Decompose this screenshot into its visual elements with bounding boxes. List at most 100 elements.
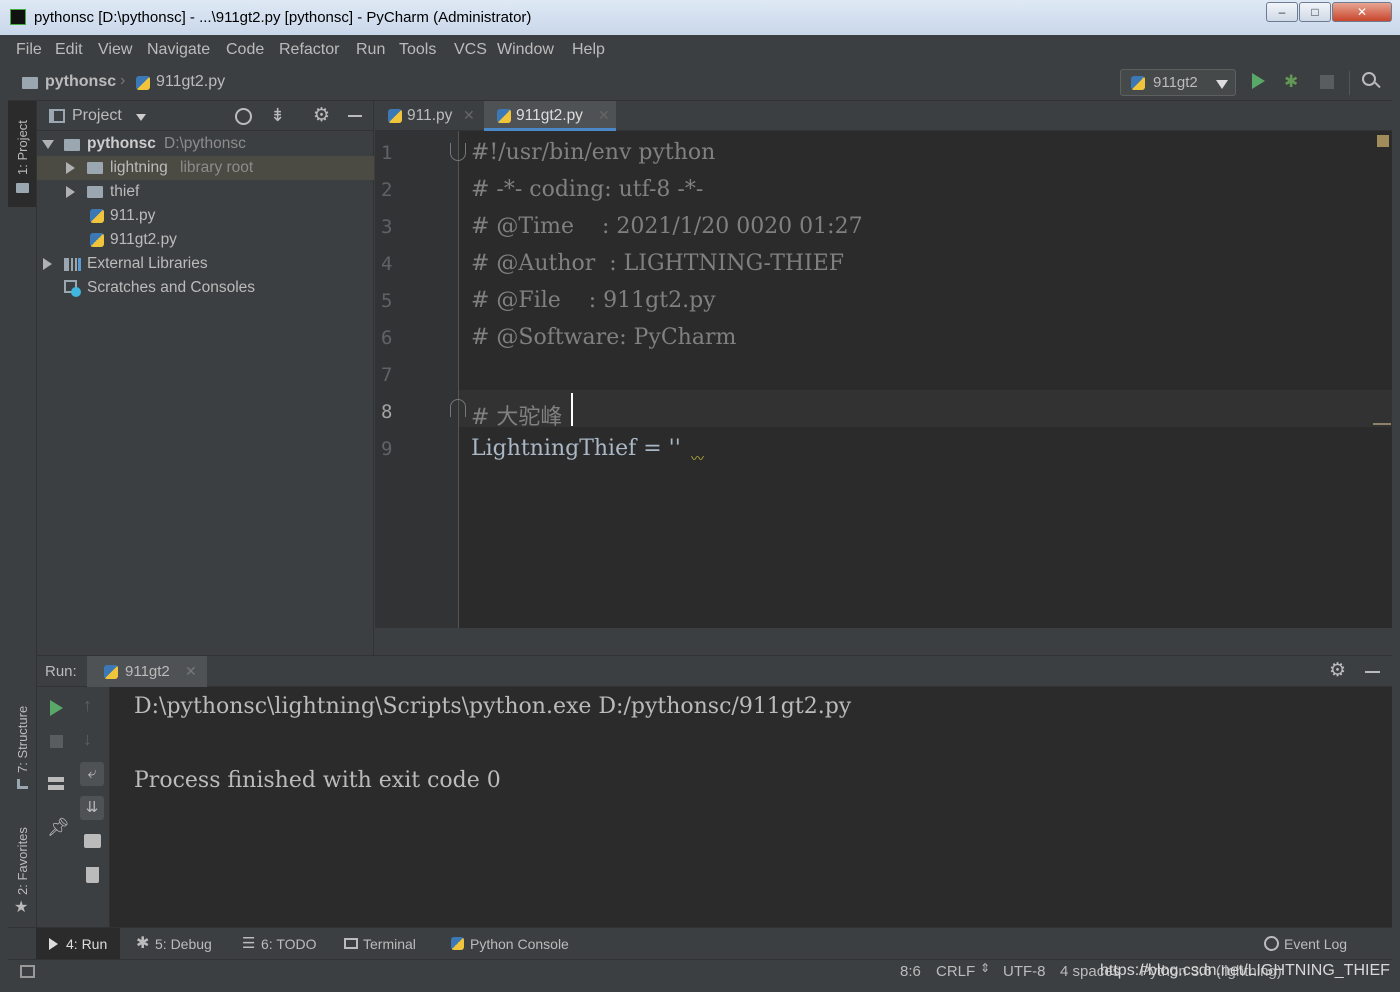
menu-navigate[interactable]: Navigate xyxy=(147,41,210,59)
line-number-current: 8 xyxy=(381,401,393,423)
line-number: 5 xyxy=(381,290,393,312)
tree-item-lightning[interactable]: lightning library root xyxy=(37,156,374,180)
favorites-side-tab[interactable]: 2: Favorites ★ xyxy=(8,819,36,919)
chevron-right-icon[interactable] xyxy=(43,258,52,270)
chevron-right-icon[interactable] xyxy=(66,186,75,198)
project-view-icon xyxy=(49,109,65,123)
menu-help[interactable]: Help xyxy=(572,41,605,59)
run-tool-tab[interactable]: 4: Run xyxy=(36,928,120,959)
breadcrumb-project[interactable]: pythonsc xyxy=(45,73,116,91)
chevron-right-icon[interactable] xyxy=(66,162,75,174)
maximize-button[interactable]: □ xyxy=(1299,2,1331,22)
pin-icon[interactable]: 📌︎ xyxy=(47,817,70,838)
run-tab-911gt2[interactable]: 911gt2 ✕ xyxy=(87,656,207,687)
menu-refactor[interactable]: Refactor xyxy=(279,41,339,59)
gear-icon[interactable]: ⚙ xyxy=(313,104,330,127)
error-stripe-marker[interactable] xyxy=(1373,423,1391,425)
gear-icon[interactable]: ⚙ xyxy=(1329,659,1346,682)
console-output-line-1: D:\pythonsc\lightning\Scripts\python.exe… xyxy=(134,694,852,719)
structure-side-tab-label: 7: Structure xyxy=(15,705,30,773)
breadcrumb-file[interactable]: 911gt2.py xyxy=(156,73,225,91)
tree-item-scratches[interactable]: Scratches and Consoles xyxy=(37,276,374,300)
fold-icon[interactable] xyxy=(450,143,466,161)
tree-item-thief[interactable]: thief xyxy=(37,180,374,204)
library-icon xyxy=(64,258,81,271)
python-file-icon xyxy=(136,76,150,90)
chevron-down-icon[interactable] xyxy=(136,114,146,121)
minimize-button[interactable]: – xyxy=(1266,2,1298,22)
up-arrow-icon[interactable]: ↑ xyxy=(83,695,92,716)
code-line-4: # @Author : LIGHTNING-THIEF xyxy=(471,251,845,276)
menu-run[interactable]: Run xyxy=(356,41,385,59)
close-icon[interactable]: ✕ xyxy=(598,107,610,124)
fold-icon[interactable] xyxy=(450,399,466,417)
print-icon[interactable] xyxy=(84,834,101,848)
close-button[interactable]: ✕ xyxy=(1332,2,1392,22)
terminal-tool-tab[interactable]: Terminal xyxy=(363,936,416,952)
event-log-tool-tab[interactable]: Event Log xyxy=(1284,936,1347,952)
hide-icon[interactable] xyxy=(348,115,362,117)
python-console-tool-tab[interactable]: Python Console xyxy=(470,936,569,952)
search-icon[interactable] xyxy=(1362,72,1376,86)
python-icon xyxy=(104,665,118,679)
line-separator[interactable]: CRLF xyxy=(936,963,975,980)
caret-position[interactable]: 8:6 xyxy=(900,963,921,980)
menu-file[interactable]: File xyxy=(16,41,42,59)
down-arrow-icon[interactable]: ↓ xyxy=(83,729,92,750)
code-line-2: # -*- coding: utf-8 -*- xyxy=(471,177,704,202)
close-icon[interactable]: ✕ xyxy=(463,107,475,124)
debug-tool-tab[interactable]: 5: Debug xyxy=(155,936,212,952)
menu-edit[interactable]: Edit xyxy=(55,41,83,59)
run-console[interactable]: 📌︎ ↑ ↓ ⤶ ⇊ D:\pythonsc\lightning\Scripts… xyxy=(37,687,1392,927)
trash-icon[interactable] xyxy=(86,867,99,883)
tab-911gt2-py[interactable]: 911gt2.py ✕ xyxy=(484,101,616,131)
tree-item-label: 911.py xyxy=(110,207,156,224)
tree-item-hint: library root xyxy=(180,159,254,176)
soft-wrap-icon[interactable]: ⤶ xyxy=(80,762,104,786)
clock-icon xyxy=(71,287,81,297)
code-editor[interactable]: 1 2 3 4 5 6 7 8 9 #!/usr/bin/env python … xyxy=(375,131,1392,628)
menu-tools[interactable]: Tools xyxy=(399,41,436,59)
tree-item-911-py[interactable]: 911.py xyxy=(37,204,374,228)
console-output-line-3: Process finished with exit code 0 xyxy=(134,768,501,793)
menu-code[interactable]: Code xyxy=(226,41,264,59)
close-icon[interactable]: ✕ xyxy=(185,663,197,680)
tree-item-pythonsc[interactable]: pythonsc D:\pythonsc xyxy=(37,132,374,156)
code-line-1: #!/usr/bin/env python xyxy=(471,140,716,165)
structure-side-tab[interactable]: 7: Structure xyxy=(8,681,36,791)
menu-vcs[interactable]: VCS xyxy=(454,41,487,59)
editor-footer xyxy=(375,628,1392,655)
tree-item-911gt2-py[interactable]: 911gt2.py xyxy=(37,228,374,252)
stop-icon[interactable] xyxy=(50,735,63,748)
locate-icon[interactable] xyxy=(235,108,252,125)
project-side-tab[interactable]: 1: Project xyxy=(8,101,36,207)
python-file-icon xyxy=(497,109,511,123)
todo-icon: ☰ xyxy=(242,935,256,952)
debug-icon[interactable]: ✱ xyxy=(1284,72,1298,92)
run-configuration-select[interactable]: 911gt2 xyxy=(1120,69,1236,96)
run-icon[interactable] xyxy=(1252,73,1265,89)
line-number: 2 xyxy=(381,179,393,201)
stop-icon[interactable] xyxy=(1320,75,1334,89)
menu-view[interactable]: View xyxy=(98,41,132,59)
collapse-all-icon[interactable]: ⇟ xyxy=(270,105,285,126)
hide-icon[interactable] xyxy=(1365,671,1380,673)
code-line-8: # 大驼峰 xyxy=(471,405,563,430)
tree-item-external-libraries[interactable]: External Libraries xyxy=(37,252,374,276)
scroll-to-end-icon[interactable]: ⇊ xyxy=(80,796,104,820)
tool-windows-toggle-icon[interactable] xyxy=(20,965,35,978)
file-encoding[interactable]: UTF-8 xyxy=(1003,963,1046,980)
line-number: 4 xyxy=(381,253,393,275)
tree-item-label: Scratches and Consoles xyxy=(87,279,256,296)
tab-911-py[interactable]: 911.py ✕ xyxy=(375,101,483,131)
inspection-status-icon[interactable] xyxy=(1377,135,1389,147)
play-icon xyxy=(49,938,58,950)
tool-window-bar: 4: Run ✱ 5: Debug ☰ 6: TODO Terminal Pyt… xyxy=(8,927,1392,959)
menu-window[interactable]: Window xyxy=(497,41,554,59)
chevron-down-icon[interactable] xyxy=(42,140,54,149)
folder-icon xyxy=(64,139,80,151)
rerun-icon[interactable] xyxy=(50,700,63,716)
todo-tool-tab[interactable]: 6: TODO xyxy=(261,936,317,952)
project-view-selector[interactable]: Project xyxy=(72,107,122,125)
layout-icon[interactable] xyxy=(48,777,64,790)
